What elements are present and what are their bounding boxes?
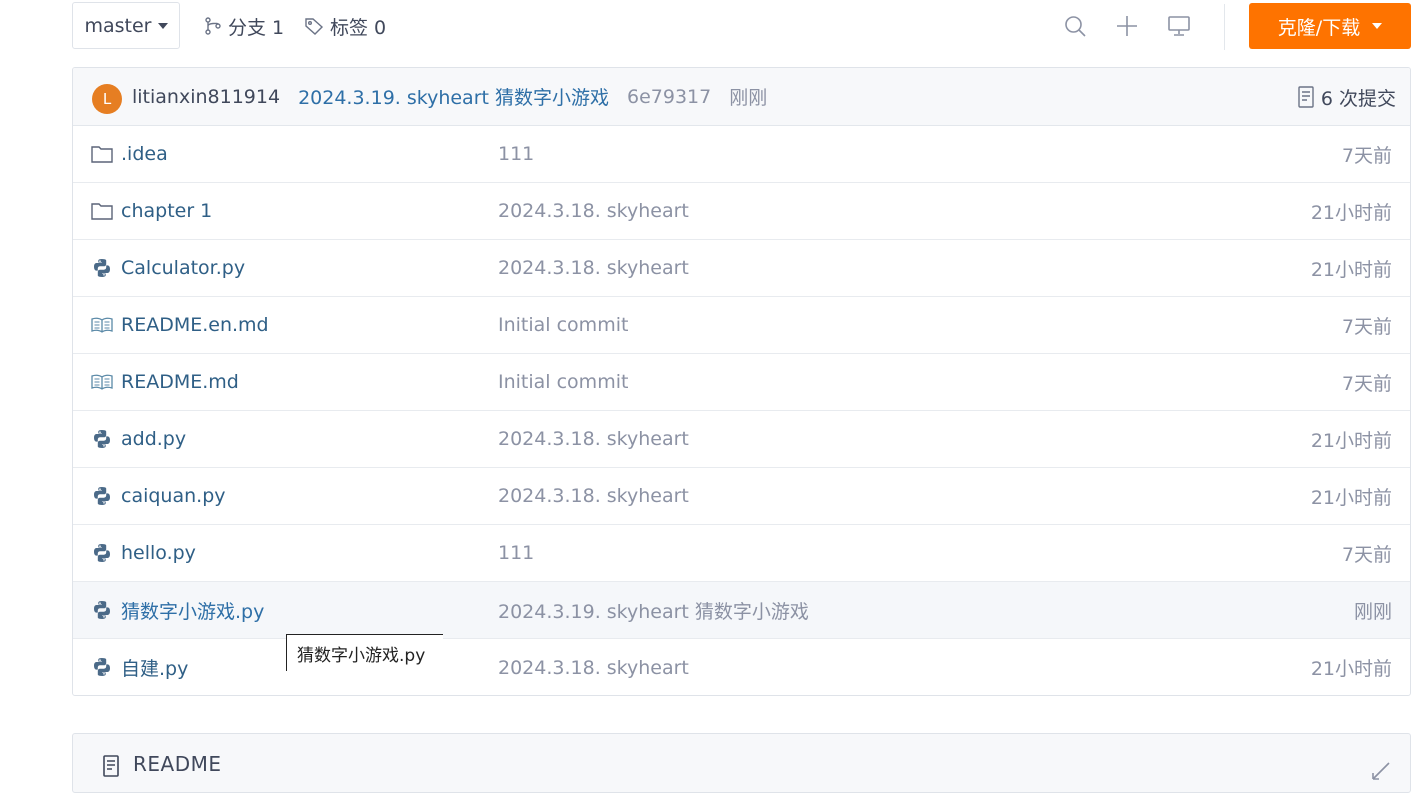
web-ide-button[interactable] — [1166, 13, 1192, 39]
file-row[interactable]: .idea 111 7天前 — [73, 126, 1410, 183]
file-commit-time: 21小时前 — [1310, 201, 1392, 224]
edit-icon[interactable] — [1370, 760, 1392, 782]
chevron-down-icon — [157, 22, 168, 29]
branch-name: master — [84, 14, 152, 37]
plus-icon — [1117, 16, 1137, 36]
file-row[interactable]: README.md Initial commit 7天前 — [73, 354, 1410, 411]
repo-toolbar: master 分支 1 标签 0 克隆/下载 — [0, 0, 1427, 56]
file-row[interactable]: hello.py 111 7天前 — [73, 525, 1410, 582]
file-commit-message[interactable]: Initial commit — [498, 314, 628, 336]
avatar[interactable]: L — [92, 83, 122, 114]
file-name-link[interactable]: README.md — [121, 371, 239, 393]
commit-count-link[interactable]: 6 次提交 — [1297, 68, 1396, 126]
filename-tooltip: 猜数字小游戏.py — [286, 634, 443, 671]
file-commit-message[interactable]: 2024.3.18. skyheart — [498, 200, 689, 222]
python-file-icon — [91, 599, 113, 621]
file-commit-time: 7天前 — [1341, 315, 1392, 338]
commit-sha[interactable]: 6e79317 — [627, 86, 711, 108]
branch-selector[interactable]: master — [72, 2, 180, 49]
add-button[interactable] — [1114, 13, 1140, 39]
file-list-panel: L litianxin811914 2024.3.19. skyheart 猜数… — [72, 67, 1411, 696]
file-name-link[interactable]: README.en.md — [121, 314, 269, 336]
file-name-link[interactable]: .idea — [121, 143, 168, 165]
folder-icon — [91, 143, 113, 165]
commit-message[interactable]: 2024.3.19. skyheart 猜数字小游戏 — [298, 83, 609, 110]
commits-icon — [1298, 86, 1314, 108]
python-file-icon — [91, 542, 113, 564]
file-name-link[interactable]: chapter 1 — [121, 200, 212, 222]
file-commit-message[interactable]: 2024.3.18. skyheart — [498, 657, 689, 679]
file-row[interactable]: 猜数字小游戏.py 2024.3.19. skyheart 猜数字小游戏 刚刚 — [73, 582, 1410, 639]
file-row[interactable]: 自建.py 2024.3.18. skyheart 21小时前 — [73, 639, 1410, 695]
book-icon — [91, 371, 113, 393]
file-row[interactable]: caiquan.py 2024.3.18. skyheart 21小时前 — [73, 468, 1410, 525]
file-commit-message[interactable]: 111 — [498, 542, 534, 564]
file-commit-message[interactable]: 2024.3.18. skyheart — [498, 257, 689, 279]
file-name-link[interactable]: hello.py — [121, 542, 196, 564]
file-commit-time: 21小时前 — [1310, 486, 1392, 509]
python-file-icon — [91, 428, 113, 450]
file-name-link[interactable]: caiquan.py — [121, 485, 226, 507]
latest-commit-bar: L litianxin811914 2024.3.19. skyheart 猜数… — [73, 68, 1410, 126]
toolbar-divider — [1224, 4, 1225, 50]
file-commit-time: 7天前 — [1341, 543, 1392, 566]
file-commit-time: 21小时前 — [1310, 429, 1392, 452]
branches-link[interactable]: 分支 1 — [204, 12, 284, 40]
file-name-link[interactable]: 猜数字小游戏.py — [121, 597, 264, 624]
file-name-link[interactable]: add.py — [121, 428, 186, 450]
file-commit-message[interactable]: 2024.3.18. skyheart — [498, 428, 689, 450]
search-button[interactable] — [1062, 13, 1088, 39]
file-row[interactable]: add.py 2024.3.18. skyheart 21小时前 — [73, 411, 1410, 468]
file-commit-time: 7天前 — [1341, 144, 1392, 167]
book-icon — [91, 314, 113, 336]
tags-label: 标签 0 — [330, 16, 387, 39]
branch-icon — [205, 17, 221, 35]
clone-label: 克隆/下载 — [1277, 16, 1361, 39]
file-commit-message[interactable]: Initial commit — [498, 371, 628, 393]
chevron-down-icon — [1372, 23, 1383, 29]
file-row[interactable]: README.en.md Initial commit 7天前 — [73, 297, 1410, 354]
file-row[interactable]: Calculator.py 2024.3.18. skyheart 21小时前 — [73, 240, 1410, 297]
search-icon — [1065, 16, 1086, 37]
file-commit-message[interactable]: 2024.3.19. skyheart 猜数字小游戏 — [498, 597, 809, 624]
file-name-link[interactable]: Calculator.py — [121, 257, 245, 279]
readme-icon — [103, 755, 119, 777]
readme-title: README — [133, 752, 222, 776]
branches-label: 分支 1 — [228, 16, 285, 39]
python-file-icon — [91, 257, 113, 279]
file-commit-time: 刚刚 — [1353, 600, 1392, 623]
file-commit-message[interactable]: 2024.3.18. skyheart — [498, 485, 689, 507]
file-name-link[interactable]: 自建.py — [121, 654, 188, 681]
file-commit-time: 21小时前 — [1310, 658, 1392, 680]
python-file-icon — [91, 485, 113, 507]
python-file-icon — [91, 656, 113, 678]
monitor-icon — [1168, 16, 1190, 36]
file-commit-message[interactable]: 111 — [498, 143, 534, 165]
commit-count-label: 6 次提交 — [1320, 87, 1396, 110]
clone-download-button[interactable]: 克隆/下载 — [1249, 3, 1411, 49]
file-commit-time: 7天前 — [1341, 372, 1392, 395]
file-list: .idea 111 7天前 chapter 1 2024.3.18. skyheart 2… — [73, 126, 1410, 695]
commit-time: 刚刚 — [729, 87, 768, 109]
file-commit-time: 21小时前 — [1310, 258, 1392, 281]
readme-panel: README — [72, 733, 1411, 793]
tags-link[interactable]: 标签 0 — [304, 12, 386, 40]
file-row[interactable]: chapter 1 2024.3.18. skyheart 21小时前 — [73, 183, 1410, 240]
commit-author[interactable]: litianxin811914 — [132, 86, 280, 108]
tag-icon — [305, 18, 324, 35]
folder-icon — [91, 200, 113, 222]
